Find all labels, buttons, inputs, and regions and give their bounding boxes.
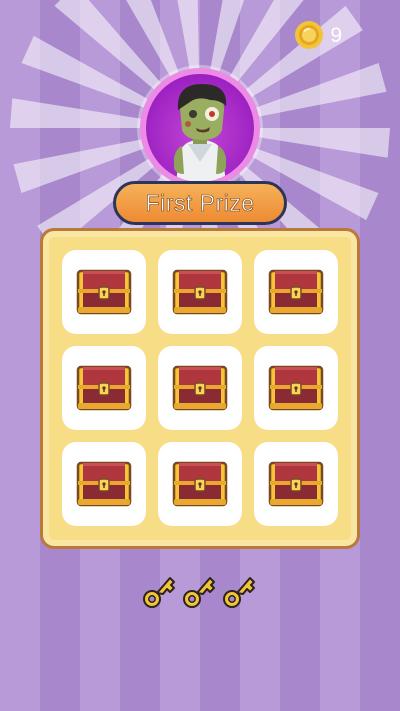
prize-label: First Prize <box>145 189 255 216</box>
treasure-chest-icon <box>268 365 324 411</box>
chest-slot[interactable] <box>254 346 338 430</box>
chest-slot[interactable] <box>254 442 338 526</box>
gold-key-icon <box>183 577 215 608</box>
chest-slot[interactable] <box>62 442 146 526</box>
treasure-chest-icon <box>268 461 324 507</box>
treasure-chest-icon <box>172 269 228 315</box>
zombie-character-icon <box>174 84 227 182</box>
treasure-chest-icon <box>172 365 228 411</box>
chest-grid <box>62 250 338 526</box>
chest-slot[interactable] <box>62 346 146 430</box>
chest-slot[interactable] <box>62 250 146 334</box>
treasure-chest-icon <box>172 461 228 507</box>
gold-coin-icon <box>295 21 324 49</box>
coin-count: 9 <box>330 23 342 47</box>
gold-key-icon <box>223 577 255 608</box>
chest-slot[interactable] <box>158 250 242 334</box>
prize-portrait <box>140 68 260 188</box>
portrait-background <box>146 74 254 182</box>
treasure-chest-icon <box>76 269 132 315</box>
chest-board <box>40 228 360 549</box>
treasure-chest-icon <box>76 461 132 507</box>
chest-slot[interactable] <box>158 346 242 430</box>
first-prize-banner: First Prize <box>113 181 287 225</box>
chest-slot[interactable] <box>158 442 242 526</box>
keys-remaining <box>140 570 260 614</box>
chest-slot[interactable] <box>254 250 338 334</box>
coin-counter: 9 <box>294 20 342 50</box>
gold-key-icon <box>143 577 175 608</box>
treasure-chest-icon <box>268 269 324 315</box>
treasure-chest-icon <box>76 365 132 411</box>
